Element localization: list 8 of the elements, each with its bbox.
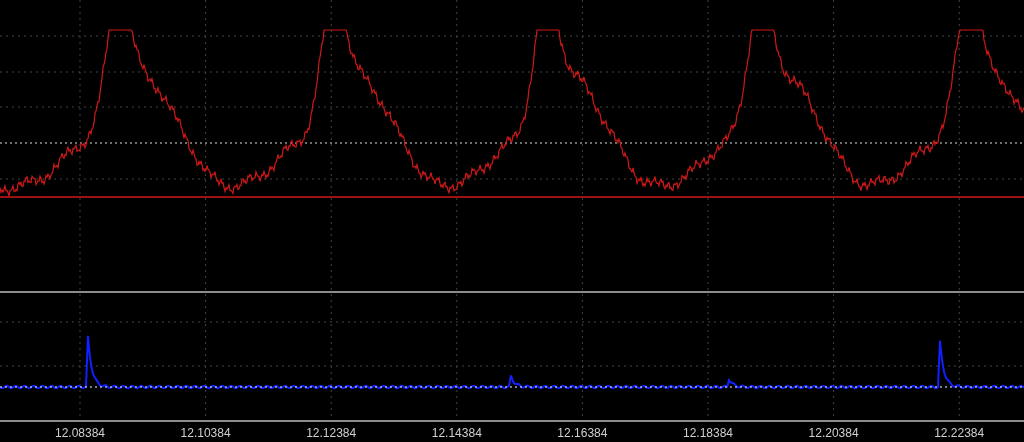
- axis-tick-label: 12.16384: [557, 426, 608, 440]
- axis-tick-label: 12.14384: [431, 426, 482, 440]
- axis-tick-label: 12.08384: [54, 426, 106, 440]
- axis-tick-label: 12.22384: [934, 426, 985, 440]
- axis-tick-label: 12.10384: [180, 426, 231, 440]
- axis-tick-label: 12.18384: [682, 426, 734, 440]
- axis-tick-label: 12.12384: [306, 426, 357, 440]
- axis-tick-label: 12.20384: [808, 426, 859, 440]
